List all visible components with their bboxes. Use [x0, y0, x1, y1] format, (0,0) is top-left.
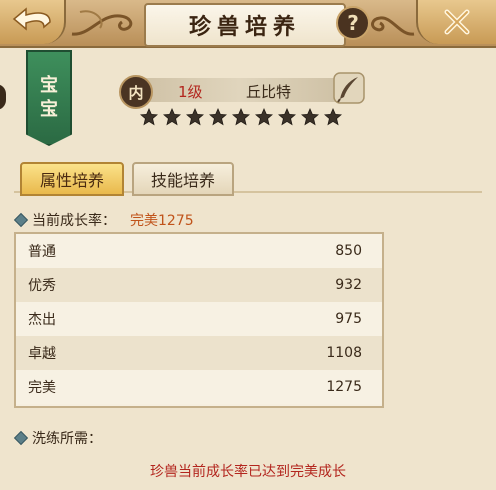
ornament-right	[371, 16, 415, 36]
rank-tag: 宝 宝	[26, 50, 72, 146]
star-icon	[324, 108, 342, 126]
page-title: 珍兽培养	[188, 14, 301, 40]
rate-value: 975	[335, 311, 362, 327]
star-icon	[301, 108, 319, 126]
rate-name: 卓越	[28, 346, 56, 362]
refine-label: 洗练所需：	[13, 428, 102, 448]
rank-char-1: 宝	[40, 75, 58, 96]
star-icon	[278, 108, 296, 126]
seal-badge: 内	[119, 75, 153, 109]
star-icon	[140, 108, 158, 126]
table-row: 普通 850	[16, 234, 382, 268]
growth-rate-label: 当前成长率：	[13, 210, 116, 230]
rank-char-2: 宝	[40, 99, 58, 120]
help-button[interactable]: ?	[336, 6, 370, 40]
star-icon	[232, 108, 250, 126]
rate-value: 1275	[326, 379, 362, 395]
pet-info-bar	[128, 78, 350, 102]
star-icon	[163, 108, 181, 126]
question-mark-icon: ?	[347, 11, 359, 35]
star-icon	[255, 108, 273, 126]
pet-name: 丘比特	[246, 83, 292, 101]
rate-value: 1108	[326, 345, 362, 361]
back-button[interactable]	[0, 0, 66, 44]
tab-label: 属性培养	[39, 171, 104, 190]
max-growth-notice: 珍兽当前成长率已达到完美成长	[150, 464, 346, 480]
refine-text: 洗练所需：	[32, 431, 102, 447]
tab-label: 技能培养	[150, 171, 215, 190]
seal-char: 内	[128, 83, 144, 102]
star-rating	[140, 108, 342, 126]
close-icon	[444, 9, 470, 35]
rate-name: 优秀	[28, 278, 56, 294]
rate-value: 932	[335, 277, 362, 293]
table-row: 完美 1275	[16, 370, 382, 404]
diamond-bullet-icon	[13, 430, 29, 446]
star-icon	[209, 108, 227, 126]
header-bar: 珍兽培养 ?	[0, 0, 496, 48]
rate-name: 杰出	[28, 312, 56, 328]
growth-rate-text: 当前成长率：	[32, 213, 116, 229]
rate-name: 普通	[28, 244, 56, 260]
table-row: 优秀 932	[16, 268, 382, 302]
diamond-bullet-icon	[13, 212, 29, 228]
back-arrow-icon	[12, 7, 51, 31]
title-plate: 珍兽培养	[144, 3, 346, 47]
close-button[interactable]	[416, 0, 496, 44]
rate-value: 850	[335, 243, 362, 259]
rate-name: 完美	[28, 380, 56, 396]
ornament-left	[71, 10, 133, 36]
quill-icon	[333, 72, 365, 104]
rename-button[interactable]	[332, 70, 366, 106]
table-row: 卓越 1108	[16, 336, 382, 370]
side-handle	[0, 84, 6, 110]
current-growth-value: 完美1275	[130, 213, 194, 229]
growth-table: 普通 850 优秀 932 杰出 975 卓越 1108 完美 1275	[14, 232, 384, 408]
pet-level: 1级	[178, 83, 203, 101]
tab-skill-training[interactable]: 技能培养	[132, 162, 234, 196]
tab-attribute-training[interactable]: 属性培养	[20, 162, 124, 196]
table-row: 杰出 975	[16, 302, 382, 336]
star-icon	[186, 108, 204, 126]
